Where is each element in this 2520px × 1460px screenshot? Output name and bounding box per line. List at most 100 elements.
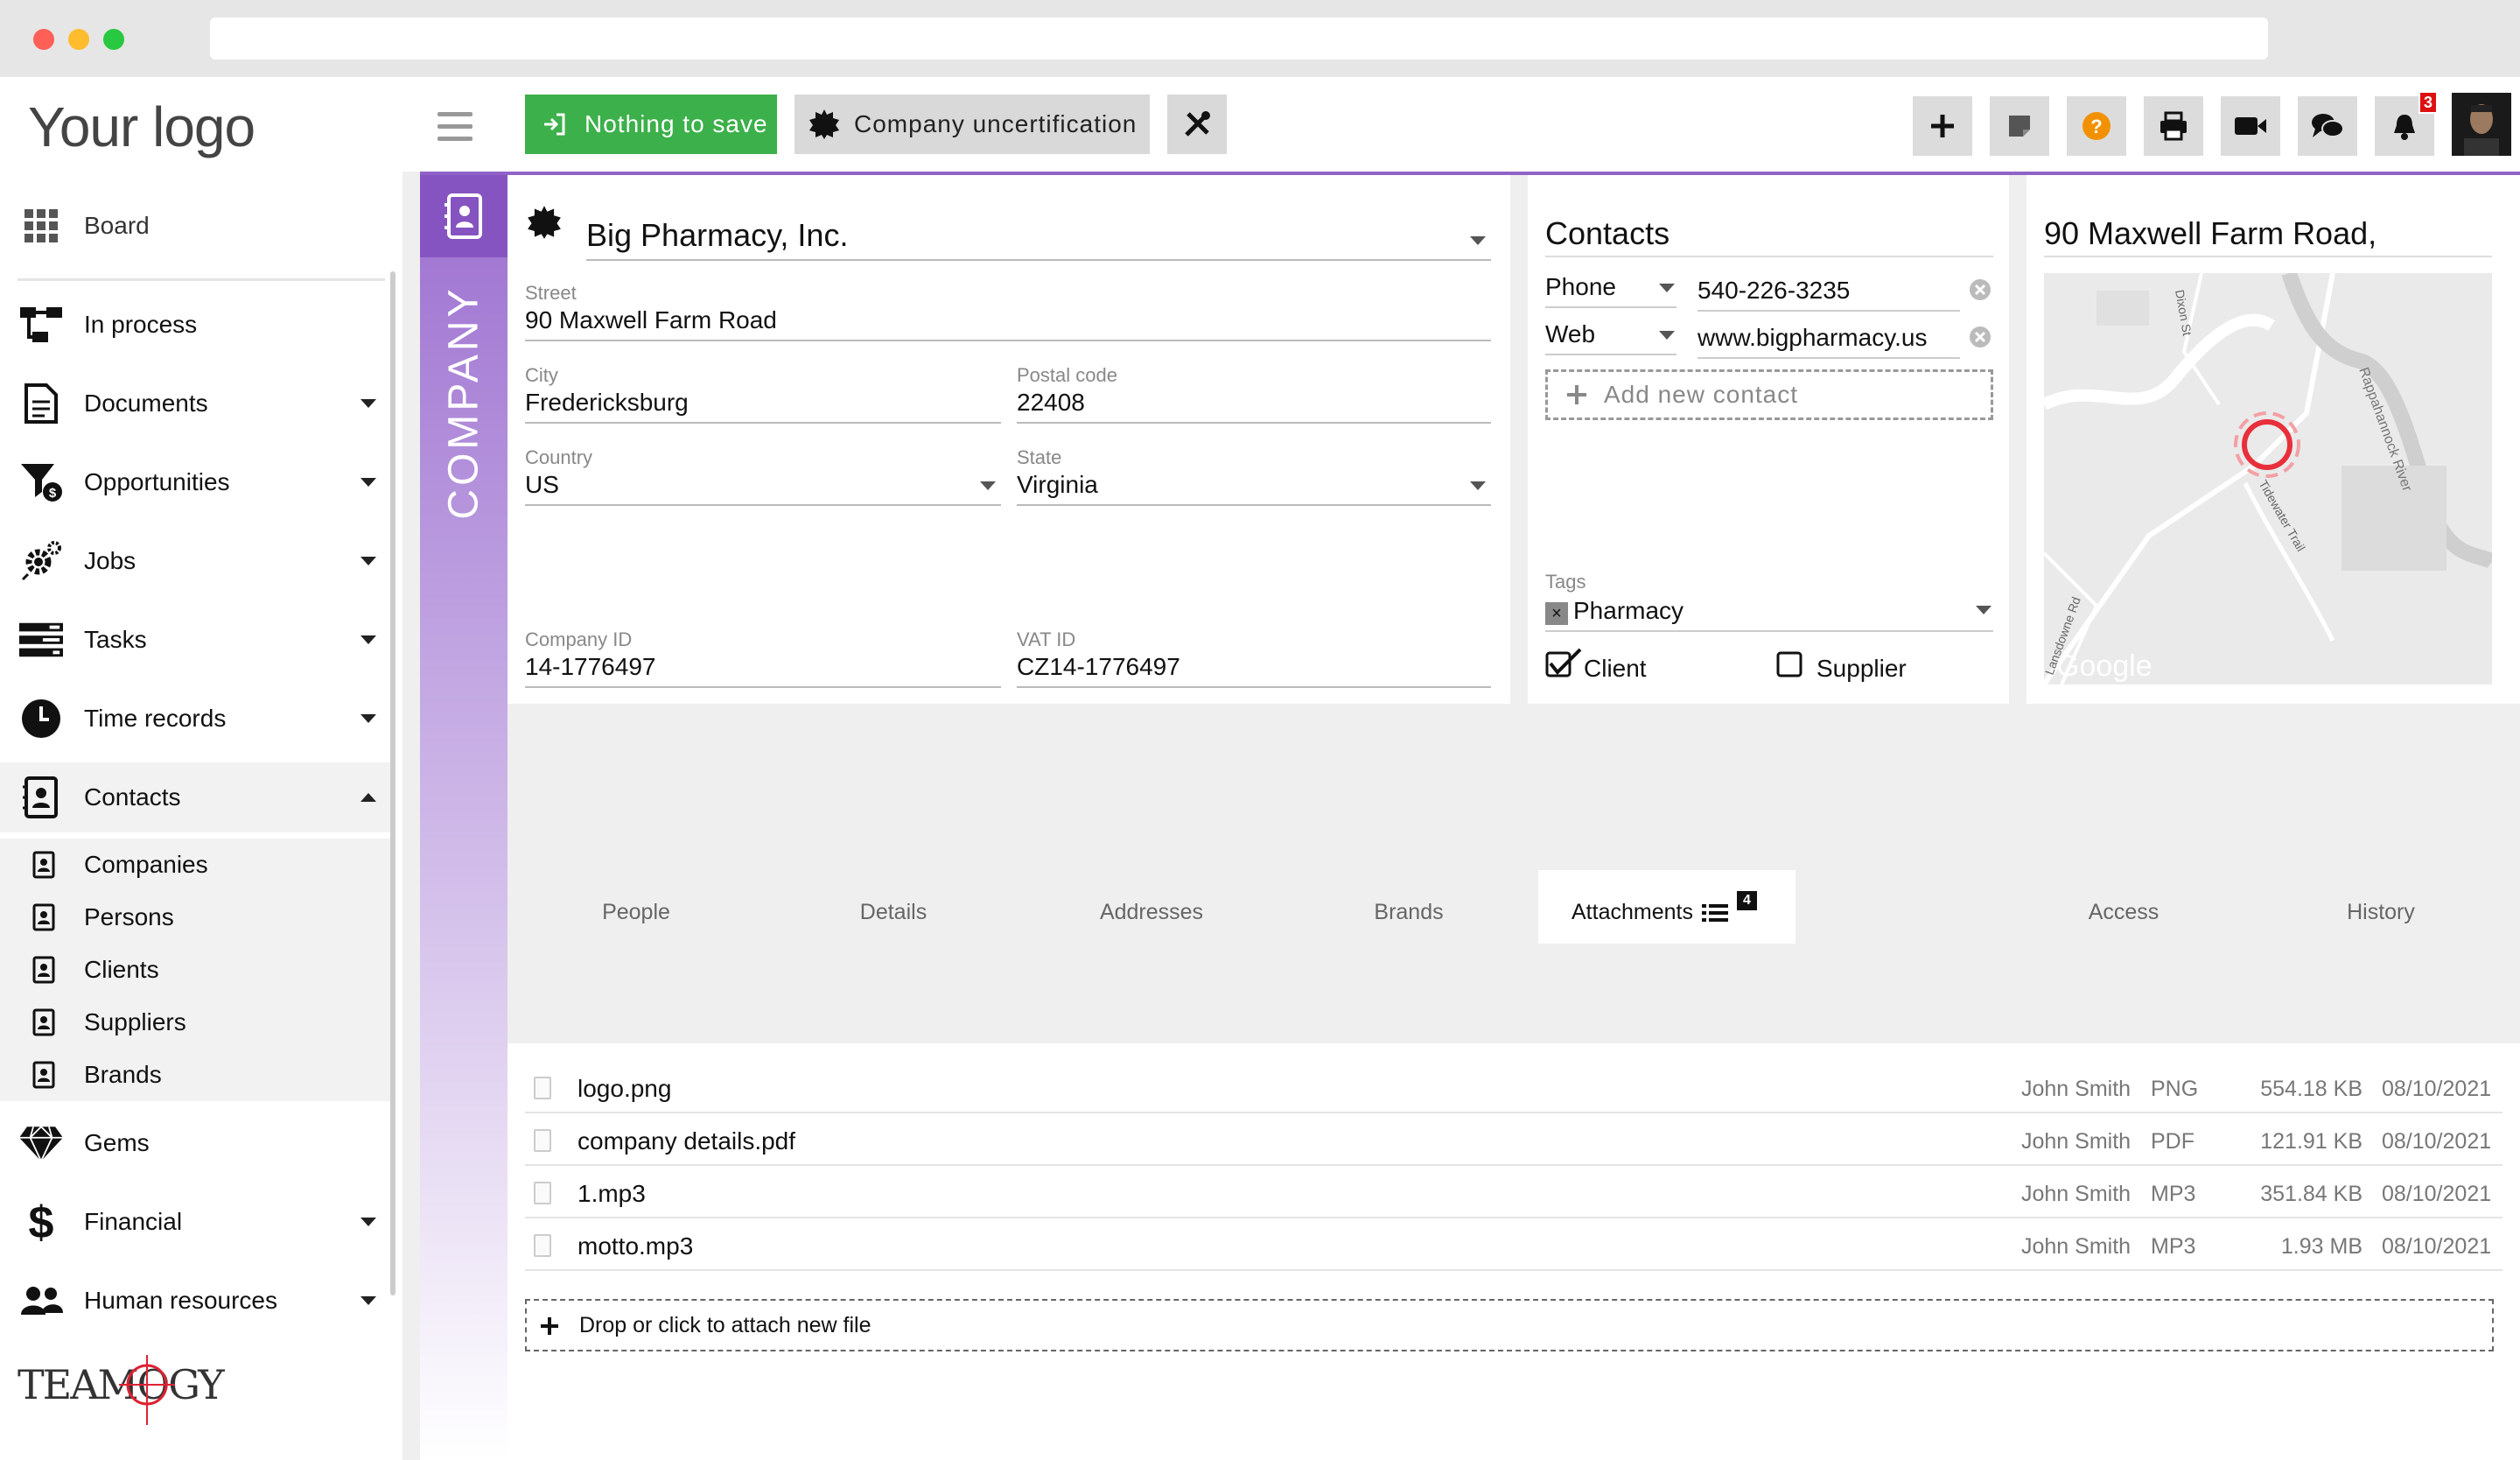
- contact-card-icon: [32, 903, 55, 931]
- city-field[interactable]: Fredericksburg: [525, 389, 689, 417]
- maximize-window-icon[interactable]: [103, 29, 124, 50]
- company-uncertification-button[interactable]: Company uncertification: [794, 95, 1150, 154]
- file-name[interactable]: motto.mp3: [578, 1232, 693, 1260]
- file-name[interactable]: logo.png: [578, 1075, 671, 1103]
- sidebar: Board In process Documents $ Opportuniti…: [0, 191, 402, 1460]
- chevron-down-icon[interactable]: [980, 481, 996, 490]
- svg-text:Google: Google: [2056, 649, 2152, 683]
- sidebar-item-contacts[interactable]: Contacts: [0, 762, 390, 832]
- sidebar-item-clients[interactable]: Clients: [0, 944, 390, 996]
- chevron-up-icon[interactable]: [360, 793, 376, 802]
- contact-card-icon: [32, 1008, 55, 1036]
- avatar-photo: [2464, 104, 2499, 156]
- chevron-down-icon[interactable]: [360, 478, 376, 487]
- file-row[interactable]: logo.png John Smith PNG 554.18 KB 08/10/…: [525, 1061, 2502, 1113]
- sidebar-item-board[interactable]: Board: [0, 191, 390, 261]
- user-avatar[interactable]: [2452, 93, 2511, 156]
- web-field[interactable]: www.bigpharmacy.us: [1698, 324, 1927, 352]
- tab-attachments[interactable]: Attachments 4: [1572, 890, 1757, 925]
- sidebar-item-tasks[interactable]: Tasks: [0, 605, 390, 675]
- contact-card-icon: [32, 851, 55, 879]
- chevron-down-icon[interactable]: [1470, 236, 1486, 245]
- tab-details[interactable]: Details: [797, 900, 990, 925]
- file-row[interactable]: company details.pdf John Smith PDF 121.9…: [525, 1113, 2502, 1166]
- sidebar-scrollbar[interactable]: [390, 271, 396, 1295]
- chevron-down-icon[interactable]: [1470, 481, 1486, 490]
- company-name[interactable]: Big Pharmacy, Inc.: [586, 217, 848, 254]
- chevron-down-icon[interactable]: [360, 557, 376, 565]
- country-select[interactable]: US: [525, 471, 559, 499]
- image-file-icon: [534, 1077, 551, 1099]
- tab-history[interactable]: History: [2285, 900, 2477, 925]
- file-row[interactable]: motto.mp3 John Smith MP3 1.93 MB 08/10/2…: [525, 1218, 2502, 1271]
- client-checkbox[interactable]: [1545, 648, 1584, 679]
- address-book-icon: [19, 776, 63, 819]
- company-id-field[interactable]: 14-1776497: [525, 653, 655, 681]
- help-button[interactable]: ?: [2067, 96, 2126, 156]
- remove-contact-icon[interactable]: [1969, 326, 1992, 348]
- add-button[interactable]: [1913, 96, 1972, 156]
- chevron-down-icon[interactable]: [360, 1296, 376, 1305]
- sidebar-item-documents[interactable]: Documents: [0, 369, 390, 439]
- sidebar-label-documents: Documents: [84, 390, 208, 417]
- add-new-contact-button[interactable]: Add new contact: [1545, 369, 1993, 420]
- video-call-button[interactable]: [2221, 96, 2280, 156]
- remove-tag-icon[interactable]: ×: [1545, 602, 1568, 625]
- sidebar-item-gems[interactable]: Gems: [0, 1108, 390, 1178]
- tools-button[interactable]: [1167, 95, 1227, 154]
- sidebar-item-opportunities[interactable]: $ Opportunities: [0, 447, 390, 517]
- sidebar-item-companies[interactable]: Companies: [0, 839, 390, 891]
- file-name[interactable]: company details.pdf: [578, 1127, 795, 1155]
- contact-type-select[interactable]: Web: [1545, 320, 1595, 348]
- sidebar-label-clients: Clients: [84, 956, 159, 983]
- address-bar[interactable]: [210, 18, 2268, 60]
- postal-field[interactable]: 22408: [1017, 389, 1085, 417]
- sidebar-label-in-process: In process: [84, 311, 198, 338]
- file-type: PNG: [2151, 1077, 2199, 1101]
- tab-addresses[interactable]: Addresses: [1055, 900, 1248, 925]
- chevron-down-icon[interactable]: [360, 714, 376, 723]
- sidebar-item-jobs[interactable]: Jobs: [0, 526, 390, 596]
- sidebar-item-time-records[interactable]: Time records: [0, 684, 390, 754]
- chevron-down-icon[interactable]: [1659, 331, 1675, 340]
- file-dropzone[interactable]: Drop or click to attach new file: [525, 1299, 2494, 1351]
- close-window-icon[interactable]: [33, 29, 54, 50]
- sidebar-item-persons[interactable]: Persons: [0, 891, 390, 944]
- sidebar-item-in-process[interactable]: In process: [0, 290, 390, 360]
- chevron-down-icon[interactable]: [360, 1218, 376, 1226]
- vat-id-field[interactable]: CZ14-1776497: [1017, 653, 1180, 681]
- street-field[interactable]: 90 Maxwell Farm Road: [525, 306, 777, 334]
- print-button[interactable]: [2144, 96, 2203, 156]
- tab-access[interactable]: Access: [2027, 900, 2220, 925]
- phone-field[interactable]: 540-226-3235: [1698, 277, 1850, 305]
- sidebar-item-suppliers[interactable]: Suppliers: [0, 996, 390, 1049]
- contact-type-select[interactable]: Phone: [1545, 273, 1616, 301]
- menu-toggle-icon[interactable]: [438, 112, 472, 149]
- sidebar-item-human-resources[interactable]: Human resources: [0, 1266, 390, 1336]
- client-label: Client: [1584, 655, 1647, 682]
- vat-id-label: VAT ID: [1017, 628, 1076, 650]
- file-row[interactable]: 1.mp3 John Smith MP3 351.84 KB 08/10/202…: [525, 1166, 2502, 1218]
- save-button[interactable]: Nothing to save: [525, 95, 777, 154]
- sidebar-item-financial[interactable]: $ Financial: [0, 1187, 390, 1257]
- postal-label: Postal code: [1017, 364, 1117, 386]
- file-name[interactable]: 1.mp3: [578, 1180, 646, 1208]
- sidebar-label-persons: Persons: [84, 903, 174, 930]
- chevron-down-icon[interactable]: [360, 635, 376, 644]
- chat-button[interactable]: [2298, 96, 2357, 156]
- chevron-down-icon[interactable]: [1659, 284, 1675, 292]
- tab-people[interactable]: People: [540, 900, 732, 925]
- state-select[interactable]: Virginia: [1017, 471, 1098, 499]
- chevron-down-icon[interactable]: [360, 399, 376, 408]
- supplier-checkbox[interactable]: [1776, 651, 1802, 677]
- printer-icon: [2160, 111, 2187, 141]
- bell-icon: [2394, 115, 2415, 140]
- chevron-down-icon[interactable]: [1976, 606, 1992, 614]
- sidebar-item-brands[interactable]: Brands: [0, 1049, 390, 1101]
- tab-brands[interactable]: Brands: [1312, 900, 1505, 925]
- map-view[interactable]: Dixon St Rappahannock River Tidewater Tr…: [2044, 273, 2492, 684]
- notifications-button[interactable]: 3: [2375, 91, 2438, 156]
- minimize-window-icon[interactable]: [68, 29, 89, 50]
- notes-button[interactable]: [1990, 96, 2049, 156]
- remove-contact-icon[interactable]: [1969, 278, 1992, 301]
